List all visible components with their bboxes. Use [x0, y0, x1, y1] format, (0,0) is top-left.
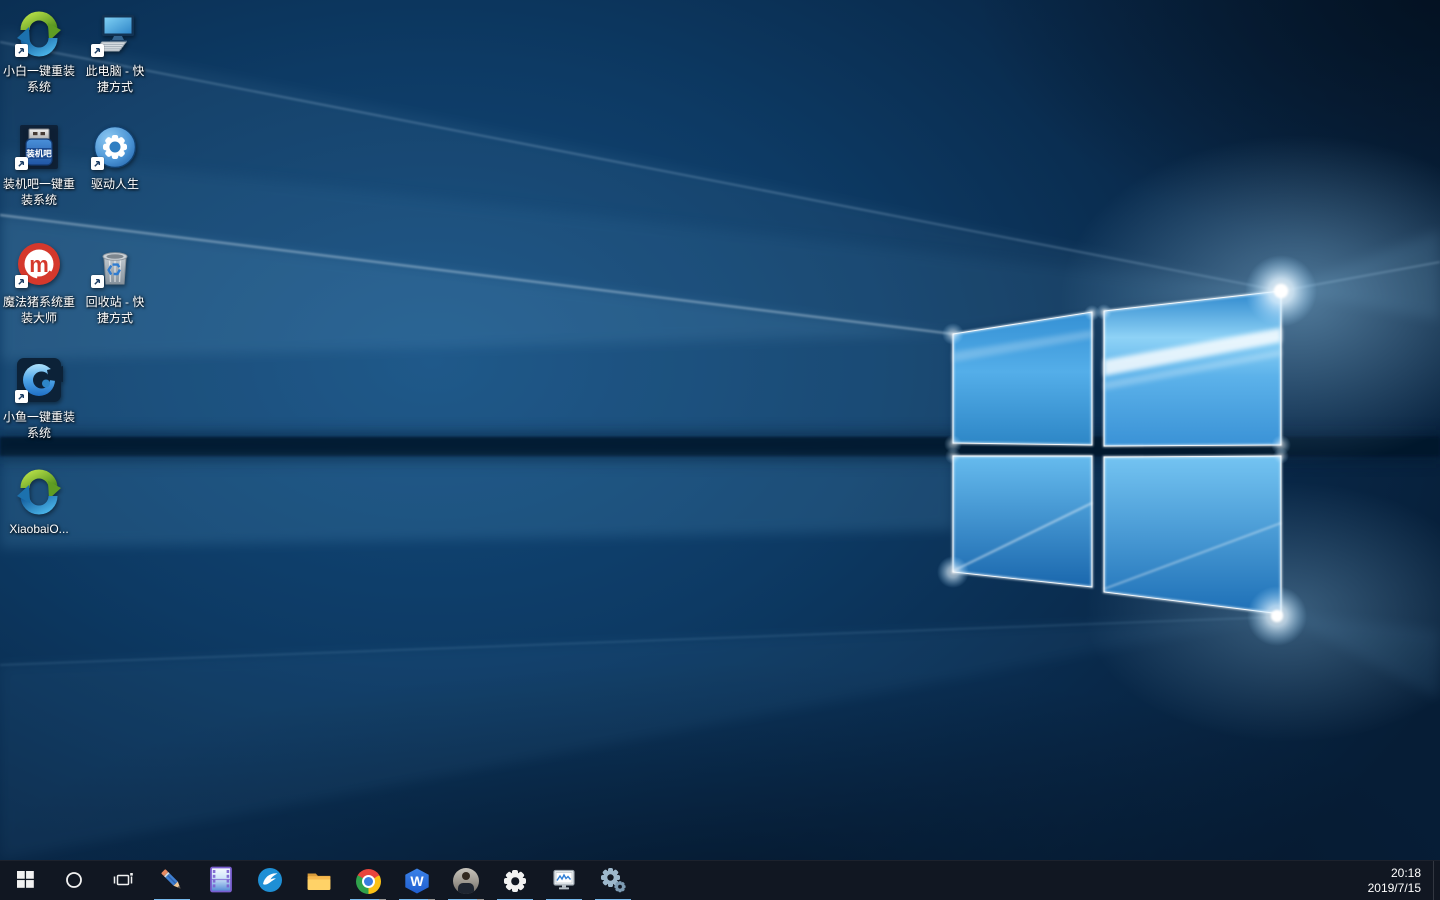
clock-time: 20:18 — [1390, 865, 1421, 880]
refresh-arrows-icon — [15, 10, 63, 58]
wing-icon — [257, 867, 283, 896]
shortcut-arrow-badge — [15, 390, 28, 403]
icon-label: XiaobaiO... — [9, 522, 69, 536]
blue-gear-icon — [91, 123, 139, 171]
desktop-icon-magic-pig[interactable]: m 魔法猪系统重 装大师 — [1, 241, 77, 326]
task-view-button[interactable] — [101, 861, 145, 900]
wing-app-button[interactable] — [248, 861, 292, 900]
show-desktop-button[interactable] — [1433, 861, 1440, 900]
task-view-icon — [112, 870, 134, 893]
pencil-app-button[interactable] — [150, 861, 194, 900]
desktop-icon-xiaobai-installer[interactable]: XiaobaiO... — [1, 468, 77, 537]
recycle-bin-icon — [91, 241, 139, 289]
blue-swirl-icon — [15, 356, 63, 404]
task-manager-button[interactable] — [542, 861, 586, 900]
icon-label: 回收站 - 快 捷方式 — [85, 295, 145, 325]
icon-label: 小鱼一键重装 系统 — [2, 410, 75, 440]
double-gear-icon — [600, 867, 627, 896]
icon-label: 此电脑 - 快 捷方式 — [85, 64, 145, 94]
monitor-graph-icon — [551, 867, 577, 895]
shortcut-arrow-badge — [15, 275, 28, 288]
desktop-wallpaper — [0, 0, 1440, 860]
desktop-icon-this-pc[interactable]: 此电脑 - 快 捷方式 — [77, 10, 153, 95]
icon-label: 装机吧一键重 装系统 — [2, 177, 75, 207]
pencil-icon — [159, 867, 185, 896]
taskbar-tray: 20:18 2019/7/15 — [1358, 861, 1440, 900]
user-account-app-button[interactable] — [444, 861, 488, 900]
usb-badge-text: 装机吧 — [25, 149, 52, 159]
settings-button[interactable] — [493, 861, 537, 900]
clock-date: 2019/7/15 — [1367, 880, 1421, 895]
filmstrip-icon — [208, 866, 234, 896]
wps-office-button[interactable]: W — [395, 861, 439, 900]
user-avatar-icon — [453, 868, 479, 894]
shortcut-arrow-badge — [15, 157, 28, 170]
refresh-arrows-icon — [15, 468, 63, 516]
icon-label: 小白一键重装 系统 — [2, 64, 75, 94]
taskbar: W 20:18 2019/7/15 — [0, 860, 1440, 900]
icon-label: 驱动人生 — [90, 177, 139, 191]
start-button[interactable] — [3, 861, 47, 900]
desktop-icon-xiaoyu[interactable]: 小鱼一键重装 系统 — [1, 356, 77, 441]
red-m-logo-icon: m — [15, 241, 63, 289]
computer-icon — [91, 10, 139, 58]
shortcut-arrow-badge — [15, 44, 28, 57]
desktop-icon-recycle-bin[interactable]: 回收站 - 快 捷方式 — [77, 241, 153, 326]
desktop-icon-xiaobai-one-key-reinstall[interactable]: 小白一键重装 系统 — [1, 10, 77, 95]
shortcut-arrow-badge — [91, 275, 104, 288]
taskbar-clock[interactable]: 20:18 2019/7/15 — [1358, 861, 1433, 900]
cortana-circle-icon — [65, 871, 83, 892]
windows-logo-icon — [16, 871, 34, 891]
desktop-icon-driver-life[interactable]: 驱动人生 — [77, 123, 153, 192]
desktop-icon-zhuangjiba[interactable]: 装机吧 装机吧一键重 装系统 — [1, 123, 77, 208]
chrome-button[interactable] — [346, 861, 390, 900]
services-button[interactable] — [591, 861, 635, 900]
gear-icon — [503, 869, 527, 893]
icon-label: 魔法猪系统重 装大师 — [2, 295, 75, 325]
video-app-button[interactable] — [199, 861, 243, 900]
wps-letter: W — [410, 873, 424, 889]
wallpaper-art — [0, 30, 1440, 860]
folder-icon — [306, 868, 332, 895]
shortcut-arrow-badge — [91, 44, 104, 57]
shortcut-arrow-badge — [91, 157, 104, 170]
file-explorer-button[interactable] — [297, 861, 341, 900]
taskbar-buttons: W — [0, 861, 640, 900]
wps-icon: W — [405, 868, 429, 894]
windows-desktop-screen: 小白一键重装 系统 此电脑 - 快 捷方式 装机吧 装机吧一键重 装系统 驱动人… — [0, 0, 1440, 900]
magic-pig-letter: m — [29, 252, 49, 277]
usb-drive-icon: 装机吧 — [15, 123, 63, 171]
search-button[interactable] — [52, 861, 96, 900]
chrome-icon — [355, 868, 381, 894]
